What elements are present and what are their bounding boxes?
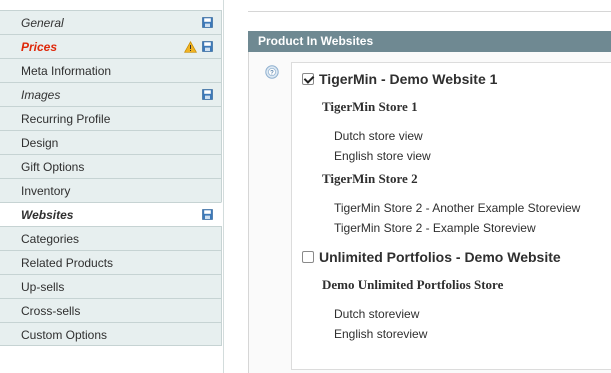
tab-recurring-profile[interactable]: Recurring Profile (0, 106, 222, 130)
store-view: Dutch storeview (334, 307, 420, 321)
tab-inventory[interactable]: Inventory (0, 178, 222, 202)
store-view: TigerMin Store 2 - Another Example Store… (334, 201, 581, 215)
tab-up-sells[interactable]: Up-sells (0, 274, 222, 298)
tab-general[interactable]: General (0, 10, 222, 34)
tab-status-icons (202, 17, 213, 29)
website-tree: TigerMin - Demo Website 1 TigerMin Store … (291, 62, 611, 370)
tab-custom-options[interactable]: Custom Options (0, 322, 222, 346)
store-view: TigerMin Store 2 - Example Storeview (334, 221, 536, 235)
tab-meta-information[interactable]: Meta Information (0, 58, 222, 82)
tab-status-icons (202, 209, 213, 221)
tab-label: Cross-sells (21, 304, 81, 318)
tab-websites[interactable]: Websites (0, 202, 222, 226)
website-checkbox-row[interactable]: TigerMin - Demo Website 1 (302, 71, 497, 87)
store-view: English storeview (334, 327, 428, 341)
svg-text:?: ? (270, 70, 274, 76)
tab-label: Custom Options (21, 328, 108, 342)
tab-label: Meta Information (21, 64, 112, 78)
tab-label: Gift Options (21, 160, 85, 174)
help-icon[interactable]: ? (265, 65, 279, 79)
tab-label: Images (21, 88, 61, 102)
website-name: Unlimited Portfolios - Demo Website (319, 249, 561, 265)
product-tabs: General Prices Meta Information Images Recur… (0, 10, 222, 346)
tab-label: Prices (21, 40, 58, 54)
warning-icon (184, 41, 197, 53)
tab-categories[interactable]: Categories (0, 226, 222, 250)
tab-label: Design (21, 136, 59, 150)
tab-label: Categories (21, 232, 80, 246)
tab-label: Websites (21, 208, 74, 222)
store-name: TigerMin Store 2 (322, 171, 418, 186)
tab-label: General (21, 16, 64, 30)
tab-cross-sells[interactable]: Cross-sells (0, 298, 222, 322)
tab-gift-options[interactable]: Gift Options (0, 154, 222, 178)
tab-status-icons (184, 41, 213, 53)
tab-label: Up-sells (21, 280, 65, 294)
section-title: Product In Websites (258, 34, 374, 48)
websites-fieldset: ? TigerMin - Demo Website 1 TigerMin Stor… (248, 52, 611, 373)
store-name: Demo Unlimited Portfolios Store (322, 277, 504, 292)
store-view: English store view (334, 149, 431, 163)
save-icon (202, 89, 213, 100)
save-icon (202, 209, 213, 220)
tab-prices[interactable]: Prices (0, 34, 222, 58)
section-header: Product In Websites (248, 31, 611, 52)
store-view: Dutch store view (334, 129, 423, 143)
tab-related-products[interactable]: Related Products (0, 250, 222, 274)
tab-label: Recurring Profile (21, 112, 111, 126)
previous-section-edge (248, 0, 611, 12)
save-icon (202, 41, 213, 52)
website-name: TigerMin - Demo Website 1 (319, 71, 498, 87)
product-tabs-sidebar: General Prices Meta Information Images Recur… (0, 0, 224, 373)
tab-label: Related Products (21, 256, 114, 270)
store-name: TigerMin Store 1 (322, 99, 418, 114)
website-checkbox[interactable] (302, 251, 314, 263)
tab-images[interactable]: Images (0, 82, 222, 106)
save-icon (202, 17, 213, 28)
website-checkbox[interactable] (302, 73, 314, 85)
tab-design[interactable]: Design (0, 130, 222, 154)
website-checkbox-row[interactable]: Unlimited Portfolios - Demo Website (302, 249, 561, 265)
tab-label: Inventory (21, 184, 71, 198)
tab-status-icons (202, 89, 213, 101)
